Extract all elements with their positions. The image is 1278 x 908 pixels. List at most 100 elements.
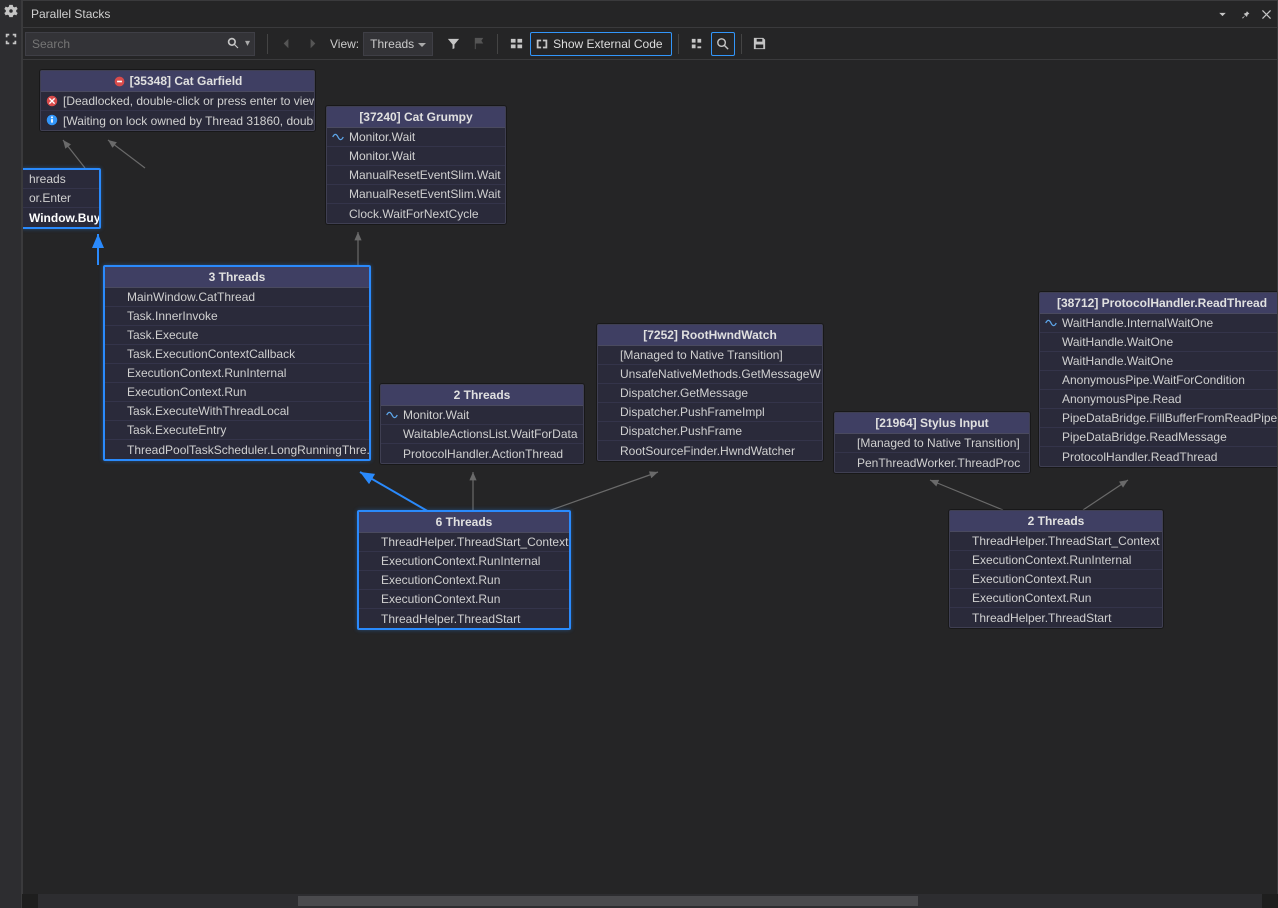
node-header[interactable]: 6 Threads — [359, 512, 569, 533]
stack-node-grumpy[interactable]: [37240] Cat Grumpy Monitor.Wait Monitor.… — [326, 106, 506, 224]
node-header[interactable]: 2 Threads — [381, 385, 583, 406]
stop-icon — [113, 75, 126, 88]
node-header[interactable]: 3 Threads — [105, 267, 369, 288]
external-code-icon — [535, 37, 549, 51]
stack-node-6threads[interactable]: 6 Threads ThreadHelper.ThreadStart_Conte… — [357, 510, 571, 630]
stack-frame[interactable]: ExecutionContext.RunInternal — [950, 551, 1162, 570]
search-icon[interactable] — [223, 37, 245, 50]
thread-icon — [1044, 316, 1058, 330]
left-dock-gutter — [0, 0, 22, 908]
stack-frame[interactable]: ThreadPoolTaskScheduler.LongRunningThre.… — [105, 440, 369, 459]
stack-frame[interactable]: Window.Buy — [23, 208, 99, 227]
stack-frame[interactable]: WaitHandle.WaitOne — [1040, 352, 1278, 371]
stack-frame[interactable]: ExecutionContext.RunInternal — [105, 364, 369, 383]
stack-frame[interactable]: ProtocolHandler.ActionThread — [381, 444, 583, 463]
window-title: Parallel Stacks — [23, 7, 1211, 21]
stack-frame[interactable]: ProtocolHandler.ReadThread — [1040, 447, 1278, 466]
pin-button[interactable] — [1233, 3, 1255, 25]
horizontal-scrollbar[interactable] — [38, 894, 1262, 908]
stack-frame[interactable]: ExecutionContext.Run — [950, 570, 1162, 589]
stack-frame[interactable]: ThreadHelper.ThreadStart — [359, 609, 569, 628]
stack-frame[interactable]: ManualResetEventSlim.Wait — [327, 185, 505, 204]
view-dropdown[interactable]: Threads — [363, 32, 433, 56]
stack-frame[interactable]: ExecutionContext.Run — [359, 590, 569, 609]
stack-frame[interactable]: Task.ExecuteEntry — [105, 421, 369, 440]
toggle-method-view-button[interactable] — [504, 32, 528, 56]
stack-frame[interactable]: Task.ExecutionContextCallback — [105, 345, 369, 364]
stack-frame[interactable]: PenThreadWorker.ThreadProc — [835, 453, 1029, 472]
stack-frame[interactable]: AnonymousPipe.WaitForCondition — [1040, 371, 1278, 390]
node-header[interactable]: [21964] Stylus Input — [835, 413, 1029, 434]
stack-frame[interactable]: WaitableActionsList.WaitForData — [381, 425, 583, 444]
stack-frame[interactable]: Dispatcher.PushFrame — [598, 422, 822, 441]
nav-forward-button[interactable] — [300, 32, 324, 56]
stack-frame[interactable]: Monitor.Wait — [327, 128, 505, 147]
node-header[interactable]: 2 Threads — [950, 511, 1162, 532]
stack-frame[interactable]: or.Enter — [23, 189, 99, 208]
stack-frame[interactable]: WaitHandle.WaitOne — [1040, 333, 1278, 352]
stack-frame[interactable]: ThreadHelper.ThreadStart_Context — [950, 532, 1162, 551]
stack-frame[interactable]: ExecutionContext.Run — [359, 571, 569, 590]
stack-frame[interactable]: AnonymousPipe.Read — [1040, 390, 1278, 409]
flag-button[interactable] — [467, 32, 491, 56]
stack-frame[interactable]: [Managed to Native Transition] — [598, 346, 822, 365]
error-icon — [45, 94, 59, 108]
scrollbar-thumb[interactable] — [298, 896, 918, 906]
stack-frame[interactable]: Clock.WaitForNextCycle — [327, 204, 505, 223]
stack-frame[interactable]: Task.InnerInvoke — [105, 307, 369, 326]
expand-icon[interactable] — [4, 32, 18, 46]
node-header[interactable]: [35348] Cat Garfield — [41, 71, 314, 92]
stack-frame[interactable]: ExecutionContext.Run — [105, 383, 369, 402]
stack-frame[interactable]: PipeDataBridge.ReadMessage — [1040, 428, 1278, 447]
stack-frame[interactable]: Task.Execute — [105, 326, 369, 345]
stack-frame[interactable]: Dispatcher.PushFrameImpl — [598, 403, 822, 422]
stack-frame[interactable]: [Managed to Native Transition] — [835, 434, 1029, 453]
thread-icon — [385, 408, 399, 422]
show-external-code-toggle[interactable]: Show External Code — [530, 32, 671, 56]
toolbar: ▾ View: Threads Show External Code — [22, 28, 1278, 60]
auto-layout-button[interactable] — [685, 32, 709, 56]
stack-frame[interactable]: ExecutionContext.RunInternal — [359, 552, 569, 571]
nav-back-button[interactable] — [274, 32, 298, 56]
stack-frame[interactable]: Dispatcher.GetMessage — [598, 384, 822, 403]
search-dropdown-icon[interactable]: ▾ — [245, 38, 254, 49]
stack-node-stylus[interactable]: [21964] Stylus Input [Managed to Native … — [834, 412, 1030, 473]
stack-node-2threads-a[interactable]: 2 Threads Monitor.Wait WaitableActionsLi… — [380, 384, 584, 464]
stack-frame[interactable]: RootSourceFinder.HwndWatcher — [598, 441, 822, 460]
stack-node-protocol[interactable]: [38712] ProtocolHandler.ReadThread WaitH… — [1039, 292, 1278, 467]
stack-frame[interactable]: ManualResetEventSlim.Wait — [327, 166, 505, 185]
save-button[interactable] — [748, 32, 772, 56]
stack-frame[interactable]: ThreadHelper.ThreadStart — [950, 608, 1162, 627]
stack-node-garfield[interactable]: [35348] Cat Garfield [Deadlocked, double… — [40, 70, 315, 131]
stack-frame[interactable]: UnsafeNativeMethods.GetMessageW — [598, 365, 822, 384]
stack-frame[interactable]: Monitor.Wait — [327, 147, 505, 166]
stack-frame[interactable]: ThreadHelper.ThreadStart_Context — [359, 533, 569, 552]
window-dropdown-button[interactable] — [1211, 3, 1233, 25]
node-header[interactable]: [7252] RootHwndWatch — [598, 325, 822, 346]
stack-frame[interactable]: Task.ExecuteWithThreadLocal — [105, 402, 369, 421]
gear-icon[interactable] — [4, 4, 18, 18]
stack-node-roothwnd[interactable]: [7252] RootHwndWatch [Managed to Native … — [597, 324, 823, 461]
search-input[interactable] — [26, 37, 223, 51]
stack-node-3threads[interactable]: 3 Threads MainWindow.CatThread Task.Inne… — [103, 265, 371, 461]
info-icon — [45, 113, 59, 127]
zoom-to-fit-button[interactable] — [711, 32, 735, 56]
node-header[interactable]: [37240] Cat Grumpy — [327, 107, 505, 128]
filter-button[interactable] — [441, 32, 465, 56]
stack-frame[interactable]: PipeDataBridge.FillBufferFromReadPipe — [1040, 409, 1278, 428]
stack-node-2threads-b[interactable]: 2 Threads ThreadHelper.ThreadStart_Conte… — [949, 510, 1163, 628]
search-box[interactable]: ▾ — [25, 32, 255, 56]
stack-frame[interactable]: ExecutionContext.Run — [950, 589, 1162, 608]
view-label: View: — [330, 37, 359, 51]
stack-frame[interactable]: Monitor.Wait — [381, 406, 583, 425]
stack-frame[interactable]: [Waiting on lock owned by Thread 31860, … — [41, 111, 314, 130]
node-header[interactable]: [38712] ProtocolHandler.ReadThread — [1040, 293, 1278, 314]
stacks-canvas[interactable]: hreads or.Enter Window.Buy [35348] Cat G… — [22, 60, 1278, 894]
close-button[interactable] — [1255, 3, 1277, 25]
stack-frame[interactable]: [Deadlocked, double-click or press enter… — [41, 92, 314, 111]
stack-node-partial[interactable]: hreads or.Enter Window.Buy — [22, 168, 101, 229]
stack-frame[interactable]: WaitHandle.InternalWaitOne — [1040, 314, 1278, 333]
thread-icon — [331, 130, 345, 144]
stack-frame[interactable]: hreads — [23, 170, 99, 189]
stack-frame[interactable]: MainWindow.CatThread — [105, 288, 369, 307]
